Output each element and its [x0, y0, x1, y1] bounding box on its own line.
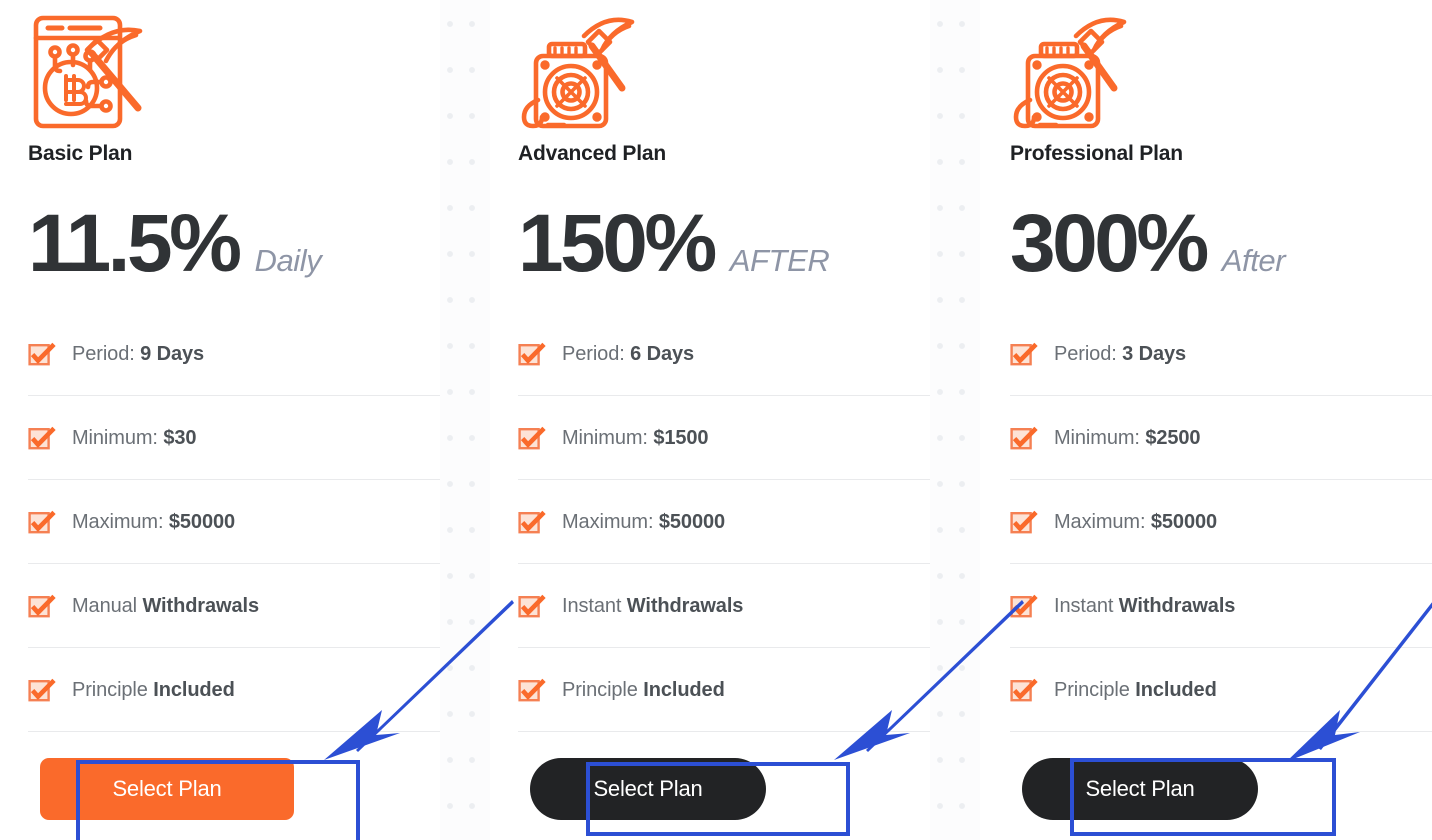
orange-check-box-icon: [28, 593, 56, 620]
plan-rate-value: 300%: [1010, 198, 1209, 289]
feature-label: Principle Included: [562, 678, 725, 701]
feature-label: Maximum: $50000: [72, 510, 236, 533]
feature-label: Principle Included: [1054, 678, 1217, 701]
plan-action-area: Select Plan: [1010, 758, 1432, 820]
mining-rig-pickaxe-icon: [518, 12, 642, 132]
plan-features-list: Period: 3 Days Minimum: $2500 Maximum: $…: [1010, 312, 1432, 732]
plan-rate-suffix: AFTER: [729, 243, 830, 278]
orange-check-box-icon: [518, 341, 546, 368]
feature-label: Minimum: $30: [72, 426, 197, 449]
feature-row: Instant Withdrawals: [518, 564, 930, 648]
select-plan-button-professional[interactable]: Select Plan: [1022, 758, 1258, 820]
feature-row: Period: 3 Days: [1010, 312, 1432, 396]
plan-rate-row: 300% After: [1010, 202, 1432, 286]
plan-card-advanced[interactable]: Advanced Plan 150% AFTER Period: 6 Days: [490, 0, 930, 840]
feature-label: Maximum: $50000: [562, 510, 726, 533]
plan-card-body: Basic Plan 11.5% Daily Period: 9 Days Mi…: [28, 10, 440, 820]
orange-check-box-icon: [28, 509, 56, 536]
plan-card-body: Advanced Plan 150% AFTER Period: 6 Days: [518, 10, 930, 820]
plan-rate-value: 150%: [518, 198, 717, 289]
plan-rate-suffix: After: [1221, 243, 1286, 278]
feature-row: Period: 9 Days: [28, 312, 440, 396]
orange-check-box-icon: [1010, 677, 1038, 704]
orange-check-box-icon: [1010, 593, 1038, 620]
plan-name: Professional Plan: [1010, 142, 1183, 165]
feature-row: Period: 6 Days: [518, 312, 930, 396]
orange-check-box-icon: [28, 677, 56, 704]
feature-label: Instant Withdrawals: [1054, 594, 1236, 617]
feature-label: Instant Withdrawals: [562, 594, 744, 617]
plan-card-basic[interactable]: Basic Plan 11.5% Daily Period: 9 Days Mi…: [0, 0, 440, 840]
orange-check-box-icon: [28, 341, 56, 368]
orange-check-box-icon: [518, 677, 546, 704]
feature-row: Principle Included: [28, 648, 440, 732]
feature-row: Minimum: $2500: [1010, 396, 1432, 480]
plan-card-body: Professional Plan 300% After Period: 3 D…: [1010, 10, 1432, 820]
feature-row: Minimum: $1500: [518, 396, 930, 480]
orange-check-box-icon: [1010, 509, 1038, 536]
plan-name: Advanced Plan: [518, 142, 666, 165]
pricing-plans-page: Basic Plan 11.5% Daily Period: 9 Days Mi…: [0, 0, 1432, 840]
feature-row: Principle Included: [518, 648, 930, 732]
orange-check-box-icon: [518, 425, 546, 452]
feature-row: Manual Withdrawals: [28, 564, 440, 648]
feature-row: Instant Withdrawals: [1010, 564, 1432, 648]
feature-label: Maximum: $50000: [1054, 510, 1218, 533]
bitcoin-mining-browser-icon: [28, 12, 152, 132]
plan-rate-row: 150% AFTER: [518, 202, 930, 286]
feature-label: Period: 6 Days: [562, 342, 695, 365]
feature-row: Principle Included: [1010, 648, 1432, 732]
orange-check-box-icon: [1010, 425, 1038, 452]
feature-row: Maximum: $50000: [28, 480, 440, 564]
feature-label: Minimum: $1500: [562, 426, 709, 449]
feature-row: Maximum: $50000: [1010, 480, 1432, 564]
plan-rate-row: 11.5% Daily: [28, 202, 440, 286]
select-plan-button-advanced[interactable]: Select Plan: [530, 758, 766, 820]
feature-label: Period: 9 Days: [72, 342, 205, 365]
feature-label: Period: 3 Days: [1054, 342, 1187, 365]
plan-rate-suffix: Daily: [254, 243, 322, 278]
feature-row: Maximum: $50000: [518, 480, 930, 564]
card-gutter-1: [426, 0, 504, 840]
card-gutter-2: [916, 0, 994, 840]
plan-features-list: Period: 6 Days Minimum: $1500 Maximum: $…: [518, 312, 930, 732]
feature-label: Manual Withdrawals: [72, 594, 259, 617]
orange-check-box-icon: [518, 593, 546, 620]
plan-rate-value: 11.5%: [28, 198, 242, 289]
plan-action-area: Select Plan: [28, 758, 440, 820]
select-plan-button-basic[interactable]: Select Plan: [40, 758, 294, 820]
feature-label: Principle Included: [72, 678, 235, 701]
orange-check-box-icon: [28, 425, 56, 452]
mining-rig-pickaxe-icon: [1010, 12, 1134, 132]
plan-card-professional[interactable]: Professional Plan 300% After Period: 3 D…: [980, 0, 1432, 840]
plan-name: Basic Plan: [28, 142, 133, 165]
feature-row: Minimum: $30: [28, 396, 440, 480]
orange-check-box-icon: [1010, 341, 1038, 368]
plan-action-area: Select Plan: [518, 758, 930, 820]
feature-label: Minimum: $2500: [1054, 426, 1201, 449]
plan-features-list: Period: 9 Days Minimum: $30 Maximum: $50…: [28, 312, 440, 732]
orange-check-box-icon: [518, 509, 546, 536]
